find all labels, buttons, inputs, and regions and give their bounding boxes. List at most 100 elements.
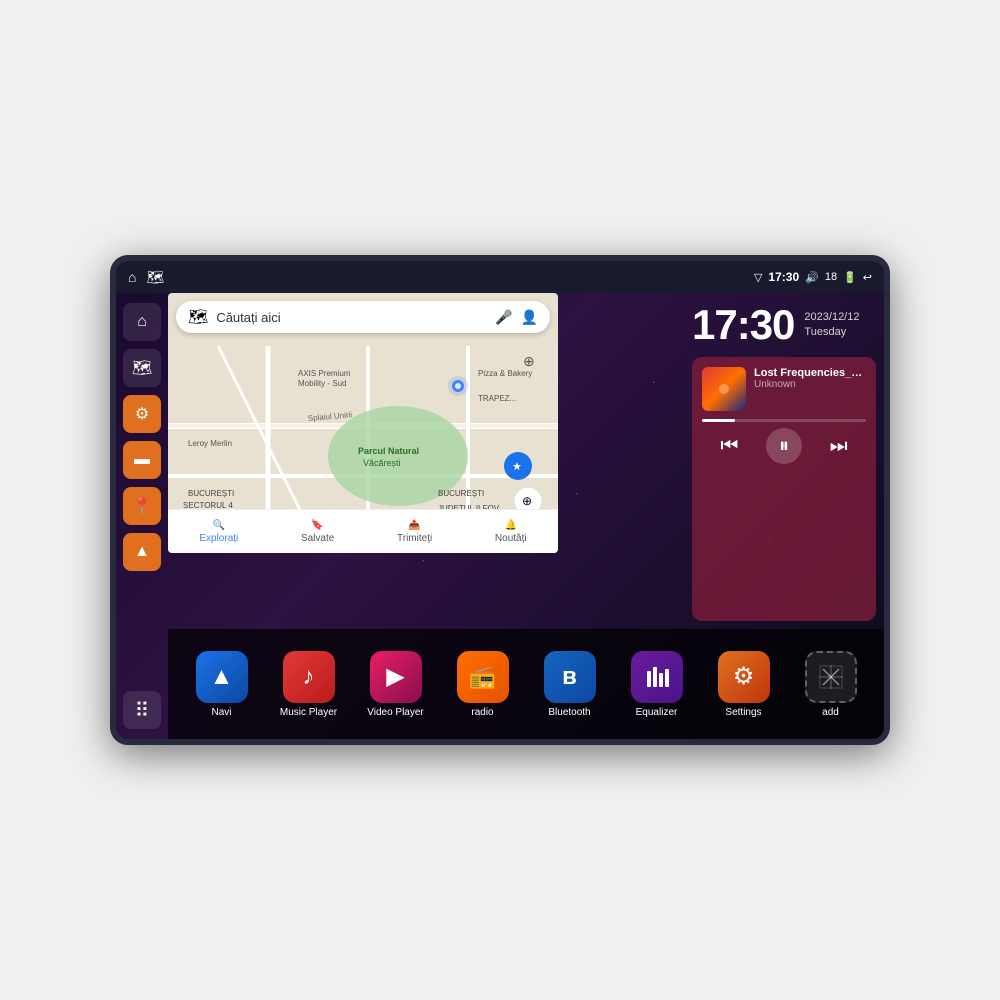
svg-text:★: ★: [512, 461, 522, 473]
video-player-icon: ▶: [370, 651, 422, 703]
battery-icon: 🔋: [843, 271, 857, 284]
svg-text:AXIS Premium: AXIS Premium: [298, 369, 351, 378]
music-title: Lost Frequencies_Janie...: [754, 367, 864, 379]
battery-level: 18: [825, 271, 837, 283]
svg-text:⊕: ⊕: [522, 494, 532, 508]
radio-icon: 📻: [457, 651, 509, 703]
right-panel: 17:30 2023/12/12 Tuesday Lost Frequencie…: [684, 293, 884, 629]
bluetooth-label: Bluetooth: [548, 707, 590, 718]
mic-icon[interactable]: 🎤: [495, 309, 512, 326]
navi-label: Navi: [211, 707, 231, 718]
app-grid: ▲ Navi ♪ Music Player ▶ Video Player: [168, 629, 884, 739]
google-maps-icon: 🗺: [188, 307, 208, 327]
maps-status-icon: 🗺: [146, 269, 164, 286]
app-settings[interactable]: ⚙ Settings: [709, 651, 779, 718]
prev-button[interactable]: ⏮: [711, 428, 747, 464]
map-news-tab[interactable]: 🔔 Noutăți: [495, 520, 527, 544]
saved-label: Salvate: [301, 533, 334, 544]
clock-date-value: 2023/12/12: [804, 310, 859, 325]
explore-icon: 🔍: [213, 520, 225, 531]
music-player-icon: ♪: [283, 651, 335, 703]
navi-icon: ▲: [196, 651, 248, 703]
wifi-icon: ▽: [754, 271, 762, 284]
add-svg: [817, 663, 845, 691]
left-sidebar: ⌂ 🗺 ⚙ ▬ 📍 ▲ ⠿: [116, 293, 168, 739]
saved-icon: 🔖: [311, 520, 323, 531]
location-icon: 📍: [132, 496, 152, 516]
map-bottom-bar: 🔍 Explorați 🔖 Salvate 📤 Trimiteți 🔔 Nout…: [168, 509, 558, 553]
radio-label: radio: [471, 707, 493, 718]
news-icon: 🔔: [505, 520, 517, 531]
equalizer-label: Equalizer: [636, 707, 678, 718]
app-bluetooth[interactable]: ʙ Bluetooth: [535, 651, 605, 718]
sidebar-home[interactable]: ⌂: [123, 303, 161, 341]
nav-icon: ▲: [134, 543, 150, 561]
settings-icon: ⚙: [135, 404, 149, 424]
files-icon: ▬: [134, 451, 150, 469]
map-send-tab[interactable]: 📤 Trimiteți: [397, 520, 432, 544]
map-saved-tab[interactable]: 🔖 Salvate: [301, 520, 334, 544]
device-frame: ⌂ 🗺 ▽ 17:30 🔊 18 🔋 ↩ ⌂ 🗺 ⚙ ▬: [110, 255, 890, 745]
main-content: ⌂ 🗺 ⚙ ▬ 📍 ▲ ⠿: [116, 293, 884, 739]
status-right: ▽ 17:30 🔊 18 🔋 ↩: [754, 270, 872, 284]
bluetooth-icon: ʙ: [544, 651, 596, 703]
music-info: Lost Frequencies_Janie... Unknown: [702, 367, 866, 411]
back-icon[interactable]: ↩: [863, 271, 872, 284]
play-pause-button[interactable]: ⏸: [766, 428, 802, 464]
app-equalizer[interactable]: Equalizer: [622, 651, 692, 718]
svg-text:Leroy Merlin: Leroy Merlin: [188, 439, 232, 448]
next-button[interactable]: ⏭: [821, 428, 857, 464]
sidebar-nav[interactable]: ▲: [123, 533, 161, 571]
svg-text:Pizza & Bakery: Pizza & Bakery: [478, 369, 532, 378]
maps-icon: 🗺: [132, 358, 152, 378]
clock-day: Tuesday: [804, 325, 859, 340]
home-icon: ⌂: [137, 313, 147, 331]
clock-widget: 17:30 2023/12/12 Tuesday: [692, 301, 876, 349]
app-radio[interactable]: 📻 radio: [448, 651, 518, 718]
app-video-player[interactable]: ▶ Video Player: [361, 651, 431, 718]
add-label: add: [822, 707, 839, 718]
home-status-icon: ⌂: [128, 269, 136, 285]
svg-text:BUCUREȘTI: BUCUREȘTI: [188, 489, 234, 498]
clock-time: 17:30: [692, 301, 794, 349]
clock-date: 2023/12/12 Tuesday: [804, 310, 859, 341]
account-icon[interactable]: 👤: [521, 309, 538, 326]
status-time: 17:30: [768, 270, 799, 284]
settings-app-icon: ⚙: [718, 651, 770, 703]
svg-text:Văcărești: Văcărești: [363, 458, 401, 468]
music-progress-fill: [702, 419, 735, 422]
sidebar-settings[interactable]: ⚙: [123, 395, 161, 433]
music-controls: ⏮ ⏸ ⏭: [702, 428, 866, 464]
svg-text:Parcul Natural: Parcul Natural: [358, 446, 419, 456]
add-icon: [805, 651, 857, 703]
music-artist: Unknown: [754, 379, 866, 390]
svg-text:TRAPEZ...: TRAPEZ...: [478, 394, 516, 403]
map-explore-tab[interactable]: 🔍 Explorați: [199, 520, 238, 544]
sidebar-maps[interactable]: 🗺: [123, 349, 161, 387]
news-label: Noutăți: [495, 533, 527, 544]
music-player-label: Music Player: [280, 707, 337, 718]
sidebar-apps[interactable]: ⠿: [123, 691, 161, 729]
status-bar: ⌂ 🗺 ▽ 17:30 🔊 18 🔋 ↩: [116, 261, 884, 293]
music-progress-bar[interactable]: [702, 419, 866, 422]
map-search-bar[interactable]: 🗺 Căutați aici 🎤 👤: [176, 301, 550, 333]
app-music-player[interactable]: ♪ Music Player: [274, 651, 344, 718]
svg-text:BUCUREȘTI: BUCUREȘTI: [438, 489, 484, 498]
app-add[interactable]: add: [796, 651, 866, 718]
svg-text:Mobility - Sud: Mobility - Sud: [298, 379, 346, 388]
app-navi[interactable]: ▲ Navi: [187, 651, 257, 718]
map-container[interactable]: 🗺 Căutați aici 🎤 👤: [168, 293, 558, 553]
send-icon: 📤: [408, 520, 420, 531]
album-art: [702, 367, 746, 411]
explore-label: Explorați: [199, 533, 238, 544]
music-text: Lost Frequencies_Janie... Unknown: [754, 367, 866, 390]
status-left: ⌂ 🗺: [128, 269, 164, 286]
music-widget: Lost Frequencies_Janie... Unknown ⏮ ⏸ ⏭: [692, 357, 876, 621]
sidebar-files[interactable]: ▬: [123, 441, 161, 479]
settings-label: Settings: [725, 707, 761, 718]
map-search-placeholder[interactable]: Căutați aici: [216, 310, 487, 325]
send-label: Trimiteți: [397, 533, 432, 544]
svg-text:⊕: ⊕: [523, 353, 535, 369]
equalizer-svg: [643, 663, 671, 691]
sidebar-location[interactable]: 📍: [123, 487, 161, 525]
